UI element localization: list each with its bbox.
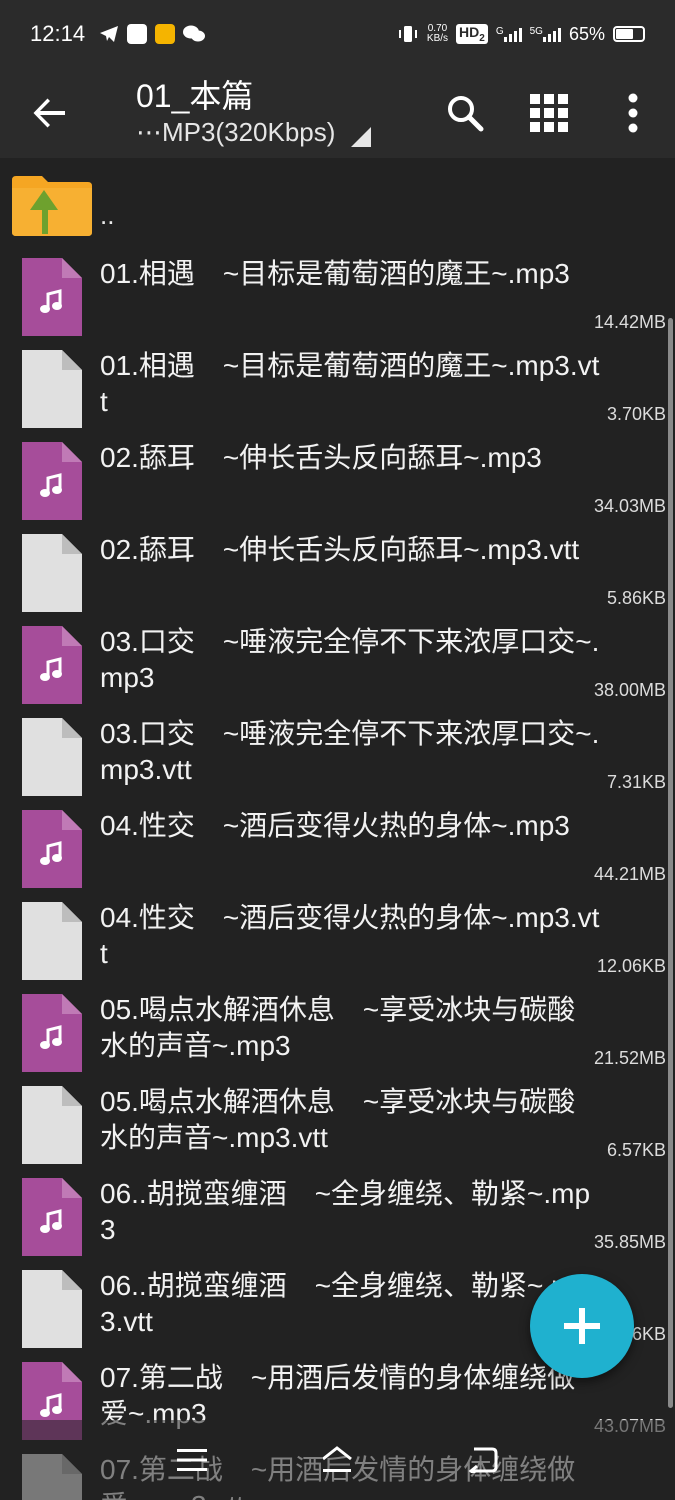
menu-icon[interactable] [176, 1448, 207, 1472]
file-row[interactable]: 04.性交 ~酒后变得火热的身体~.mp3 44.21MB [0, 802, 666, 894]
file-size: 12.06KB [596, 956, 666, 976]
text-file-icon [22, 1086, 82, 1164]
file-name: 01.相遇 ~目标是葡萄酒的魔王~.mp3.vtt [100, 350, 600, 417]
file-row[interactable]: 05.喝点水解酒休息 ~享受冰块与碳酸水的声音~.mp3.vtt 6.57KB [0, 1078, 666, 1170]
file-name: 02.舔耳 ~伸长舌头反向舔耳~.mp3 [100, 442, 542, 473]
file-name: 02.舔耳 ~伸长舌头反向舔耳~.mp3.vtt [100, 534, 580, 565]
text-file-icon [22, 718, 82, 796]
back-nav-icon[interactable] [468, 1447, 498, 1473]
parent-directory-label: .. [100, 200, 115, 230]
more-vert-icon [628, 93, 638, 133]
file-row[interactable]: 03.口交 ~唾液完全停不下来浓厚口交~.mp3.vtt 7.31KB [0, 710, 666, 802]
app-icon [155, 24, 176, 44]
audio-file-icon [22, 258, 82, 336]
file-row[interactable]: 02.舔耳 ~伸长舌头反向舔耳~.mp3.vtt 5.86KB [0, 526, 666, 618]
audio-file-icon [22, 994, 82, 1072]
file-name: 01.相遇 ~目标是葡萄酒的魔王~.mp3 [100, 258, 570, 289]
signal-2: 5G [530, 26, 561, 42]
grid-view-icon [530, 94, 568, 132]
plus-icon [564, 1308, 600, 1344]
file-name: 05.喝点水解酒休息 ~享受冰块与碳酸水的声音~.mp3.vtt [100, 1086, 576, 1153]
navigation-bar [0, 1420, 675, 1500]
search-icon [448, 96, 484, 132]
file-size: 34.03MB [593, 496, 666, 516]
vibrate-icon [398, 26, 417, 42]
file-name: 05.喝点水解酒休息 ~享受冰块与碳酸水的声音~.mp3 [100, 994, 576, 1061]
hd-sub: 2 [479, 32, 485, 44]
file-size: 5.86KB [606, 588, 666, 608]
page-title: 01_本篇 [136, 78, 254, 114]
signal-bars-icon [503, 26, 522, 42]
file-size: 21.52MB [593, 1048, 666, 1068]
file-size: 14.42MB [593, 312, 666, 332]
file-row[interactable]: 03.口交 ~唾液完全停不下来浓厚口交~.mp3 38.00MB [0, 618, 666, 710]
signal-2-label: 5G [529, 26, 543, 37]
status-right: 0.70 KB/s HD2 G 5G 65% [397, 24, 645, 45]
status-time: 12:14 [30, 21, 86, 46]
file-name: 04.性交 ~酒后变得火热的身体~.mp3 [100, 810, 570, 841]
grid-view-button[interactable] [507, 68, 591, 158]
folder-up-icon [12, 176, 92, 236]
signal-1-label: G [495, 26, 504, 37]
file-size: 3.70KB [606, 404, 666, 424]
signal-1: G [496, 26, 522, 42]
file-name: 03.口交 ~唾液完全停不下来浓厚口交~.mp3 [100, 626, 600, 693]
file-row[interactable]: 01.相遇 ~目标是葡萄酒的魔王~.mp3 14.42MB [0, 250, 666, 342]
more-options-button[interactable] [591, 68, 675, 158]
file-row[interactable]: 01.相遇 ~目标是葡萄酒的魔王~.mp3.vtt 3.70KB [0, 342, 666, 434]
toolbar: 01_本篇 ⋯MP3(320Kbps) [0, 68, 675, 158]
file-size: 44.21MB [593, 864, 666, 884]
file-size: 7.31KB [606, 772, 666, 792]
telegram-icon [100, 26, 119, 42]
audio-file-icon [22, 1178, 82, 1256]
net-speed-unit: KB/s [426, 33, 449, 44]
search-button[interactable] [423, 68, 507, 158]
back-button[interactable] [0, 68, 100, 158]
file-size: 38.00MB [593, 680, 666, 700]
file-name: 04.性交 ~酒后变得火热的身体~.mp3.vtt [100, 902, 600, 969]
wechat-icon [183, 25, 206, 42]
audio-file-icon [22, 626, 82, 704]
file-size: 35.85MB [593, 1232, 666, 1252]
file-row[interactable]: 02.舔耳 ~伸长舌头反向舔耳~.mp3 34.03MB [0, 434, 666, 526]
text-file-icon [22, 1270, 82, 1348]
text-file-icon [22, 534, 82, 612]
battery-fill [616, 29, 633, 39]
hd-label: HD [459, 24, 480, 41]
file-size: 6.57KB [606, 1140, 666, 1160]
signal-bars-icon [542, 26, 561, 42]
battery-icon [613, 26, 645, 42]
file-name: 03.口交 ~唾液完全停不下来浓厚口交~.mp3.vtt [100, 718, 600, 785]
file-row[interactable]: 06..胡搅蛮缠酒 ~全身缠绕、勒紧~.mp3 35.85MB [0, 1170, 666, 1262]
file-name: 06..胡搅蛮缠酒 ~全身缠绕、勒紧~.mp3.vtt [100, 1270, 591, 1337]
arrow-left-icon [33, 98, 65, 128]
parent-directory-row[interactable]: .. [0, 170, 675, 242]
title-block[interactable]: 01_本篇 ⋯MP3(320Kbps) [100, 77, 423, 149]
add-button[interactable] [530, 1274, 634, 1378]
file-row[interactable]: 04.性交 ~酒后变得火热的身体~.mp3.vtt 12.06KB [0, 894, 666, 986]
audio-file-icon [22, 810, 82, 888]
home-icon[interactable] [320, 1445, 354, 1475]
file-name: 06..胡搅蛮缠酒 ~全身缠绕、勒紧~.mp3 [100, 1178, 591, 1245]
dropdown-triangle-icon [351, 127, 372, 147]
net-speed: 0.70 KB/s [427, 24, 448, 44]
hd-badge: HD2 [456, 24, 488, 44]
audio-file-icon [22, 442, 82, 520]
file-row[interactable]: 05.喝点水解酒休息 ~享受冰块与碳酸水的声音~.mp3 21.52MB [0, 986, 666, 1078]
path-subtitle: ⋯MP3(320Kbps) [136, 117, 336, 147]
battery-percent: 65% [568, 23, 605, 44]
scrollbar[interactable] [668, 318, 673, 1408]
notification-icons [99, 24, 206, 44]
message-icon [127, 24, 148, 44]
text-file-icon [22, 350, 82, 428]
path-dropdown[interactable]: ⋯MP3(320Kbps) [136, 115, 423, 149]
text-file-icon [22, 902, 82, 980]
status-bar: 12:14 0.70 KB/s HD2 G 5G 65% [0, 0, 675, 68]
